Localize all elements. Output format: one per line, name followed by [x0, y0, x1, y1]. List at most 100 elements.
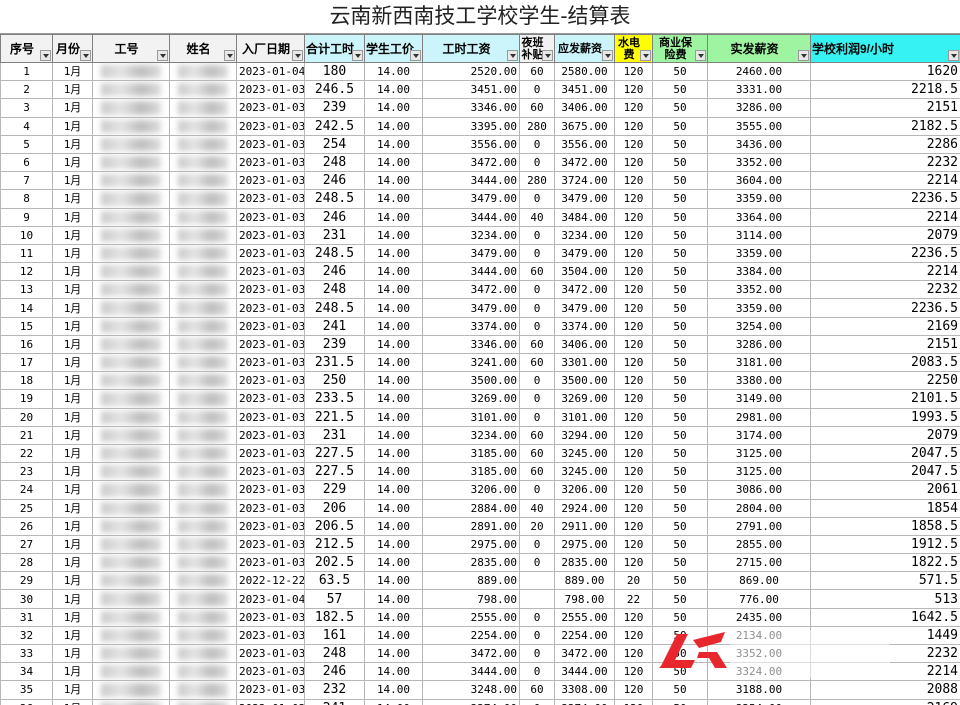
cell-name[interactable] — [169, 425, 237, 445]
cell-profit[interactable]: 1858.5 — [810, 516, 960, 536]
filter-dropdown-icon[interactable] — [948, 50, 959, 61]
cell-net[interactable]: 3181.00 — [707, 352, 811, 373]
cell-profit[interactable]: 2218.5 — [810, 80, 960, 100]
cell-net[interactable]: 3331.00 — [707, 80, 811, 100]
cell-profit[interactable]: 2079 — [810, 225, 960, 245]
cell-net[interactable]: 3114.00 — [707, 225, 811, 245]
filter-dropdown-icon[interactable] — [507, 50, 518, 61]
cell-rate[interactable]: 14.00 — [364, 80, 423, 100]
cell-total_hours[interactable]: 206 — [304, 498, 365, 518]
cell-name[interactable] — [169, 498, 237, 518]
cell-net[interactable]: 3384.00 — [707, 262, 811, 282]
cell-hour_wage[interactable]: 2254.00 — [422, 625, 520, 646]
cell-net[interactable]: 3359.00 — [707, 243, 811, 264]
cell-seq[interactable]: 15 — [0, 316, 53, 336]
cell-rate[interactable]: 14.00 — [364, 571, 423, 591]
cell-name[interactable] — [169, 152, 237, 173]
cell-rate[interactable]: 14.00 — [364, 243, 423, 264]
cell-seq[interactable]: 12 — [0, 262, 53, 282]
cell-join_date[interactable]: 2023-01-04 — [236, 589, 305, 609]
filter-dropdown-icon[interactable] — [157, 50, 168, 61]
cell-insurance[interactable]: 50 — [652, 134, 708, 154]
cell-emp_id[interactable] — [92, 571, 170, 591]
cell-net[interactable]: 776.00 — [707, 589, 811, 609]
cell-total_hours[interactable]: 233.5 — [304, 389, 365, 409]
cell-name[interactable] — [169, 607, 237, 627]
cell-seq[interactable]: 13 — [0, 280, 53, 300]
cell-month[interactable]: 1月 — [52, 607, 93, 627]
cell-emp_id[interactable] — [92, 171, 170, 191]
cell-gross[interactable]: 3245.00 — [554, 462, 615, 482]
cell-night[interactable]: 60 — [519, 334, 555, 355]
cell-profit[interactable]: 2083.5 — [810, 352, 960, 373]
cell-utility[interactable]: 120 — [614, 371, 653, 391]
cell-utility[interactable]: 120 — [614, 243, 653, 264]
cell-hour_wage[interactable]: 3374.00 — [422, 316, 520, 336]
cell-join_date[interactable]: 2023-01-03 — [236, 189, 305, 209]
cell-gross[interactable]: 3472.00 — [554, 280, 615, 300]
cell-utility[interactable]: 120 — [614, 316, 653, 336]
cell-name[interactable] — [169, 625, 237, 646]
cell-join_date[interactable]: 2022-12-22 — [236, 571, 305, 591]
cell-hour_wage[interactable]: 3346.00 — [422, 98, 520, 118]
cell-profit[interactable]: 571.5 — [810, 571, 960, 591]
cell-utility[interactable]: 120 — [614, 498, 653, 518]
cell-utility[interactable]: 120 — [614, 443, 653, 464]
cell-month[interactable]: 1月 — [52, 498, 93, 518]
cell-name[interactable] — [169, 243, 237, 264]
cell-gross[interactable]: 3269.00 — [554, 389, 615, 409]
cell-rate[interactable]: 14.00 — [364, 189, 423, 209]
cell-night[interactable]: 0 — [519, 280, 555, 300]
filter-dropdown-icon[interactable] — [410, 50, 421, 61]
cell-gross[interactable]: 2911.00 — [554, 516, 615, 536]
cell-utility[interactable]: 120 — [614, 334, 653, 355]
cell-name[interactable] — [169, 316, 237, 336]
cell-name[interactable] — [169, 225, 237, 245]
cell-month[interactable]: 1月 — [52, 516, 93, 536]
cell-net[interactable]: 3254.00 — [707, 316, 811, 336]
cell-name[interactable] — [169, 680, 237, 700]
cell-total_hours[interactable]: 248 — [304, 280, 365, 300]
cell-seq[interactable]: 7 — [0, 171, 53, 191]
cell-total_hours[interactable]: 231 — [304, 425, 365, 445]
cell-emp_id[interactable] — [92, 498, 170, 518]
cell-net[interactable]: 3352.00 — [707, 152, 811, 173]
cell-emp_id[interactable] — [92, 243, 170, 264]
cell-rate[interactable]: 14.00 — [364, 389, 423, 409]
cell-join_date[interactable]: 2023-01-03 — [236, 553, 305, 573]
cell-insurance[interactable]: 50 — [652, 516, 708, 536]
cell-seq[interactable]: 4 — [0, 116, 53, 136]
cell-night[interactable]: 0 — [519, 80, 555, 100]
cell-hour_wage[interactable]: 3472.00 — [422, 643, 520, 664]
cell-night[interactable]: 0 — [519, 407, 555, 427]
cell-join_date[interactable]: 2023-01-03 — [236, 389, 305, 409]
cell-gross[interactable]: 3406.00 — [554, 334, 615, 355]
cell-join_date[interactable]: 2023-01-03 — [236, 334, 305, 355]
cell-net[interactable]: 2435.00 — [707, 607, 811, 627]
cell-seq[interactable]: 16 — [0, 334, 53, 355]
cell-hour_wage[interactable]: 3444.00 — [422, 171, 520, 191]
cell-name[interactable] — [169, 171, 237, 191]
cell-night[interactable]: 60 — [519, 262, 555, 282]
cell-seq[interactable]: 18 — [0, 371, 53, 391]
cell-insurance[interactable]: 50 — [652, 152, 708, 173]
cell-utility[interactable]: 120 — [614, 134, 653, 154]
cell-join_date[interactable]: 2023-01-04 — [236, 61, 305, 82]
cell-month[interactable]: 1月 — [52, 680, 93, 700]
cell-rate[interactable]: 14.00 — [364, 498, 423, 518]
cell-hour_wage[interactable]: 3556.00 — [422, 134, 520, 154]
cell-emp_id[interactable] — [92, 116, 170, 136]
cell-utility[interactable]: 120 — [614, 80, 653, 100]
cell-net[interactable]: 3286.00 — [707, 334, 811, 355]
cell-insurance[interactable]: 50 — [652, 589, 708, 609]
cell-night[interactable]: 0 — [519, 316, 555, 336]
cell-emp_id[interactable] — [92, 698, 170, 705]
cell-hour_wage[interactable]: 3444.00 — [422, 662, 520, 682]
cell-total_hours[interactable]: 231 — [304, 225, 365, 245]
cell-night[interactable]: 60 — [519, 98, 555, 118]
cell-seq[interactable]: 26 — [0, 516, 53, 536]
cell-total_hours[interactable]: 221.5 — [304, 407, 365, 427]
cell-emp_id[interactable] — [92, 134, 170, 154]
cell-join_date[interactable]: 2023-01-03 — [236, 298, 305, 318]
cell-gross[interactable]: 3245.00 — [554, 443, 615, 464]
